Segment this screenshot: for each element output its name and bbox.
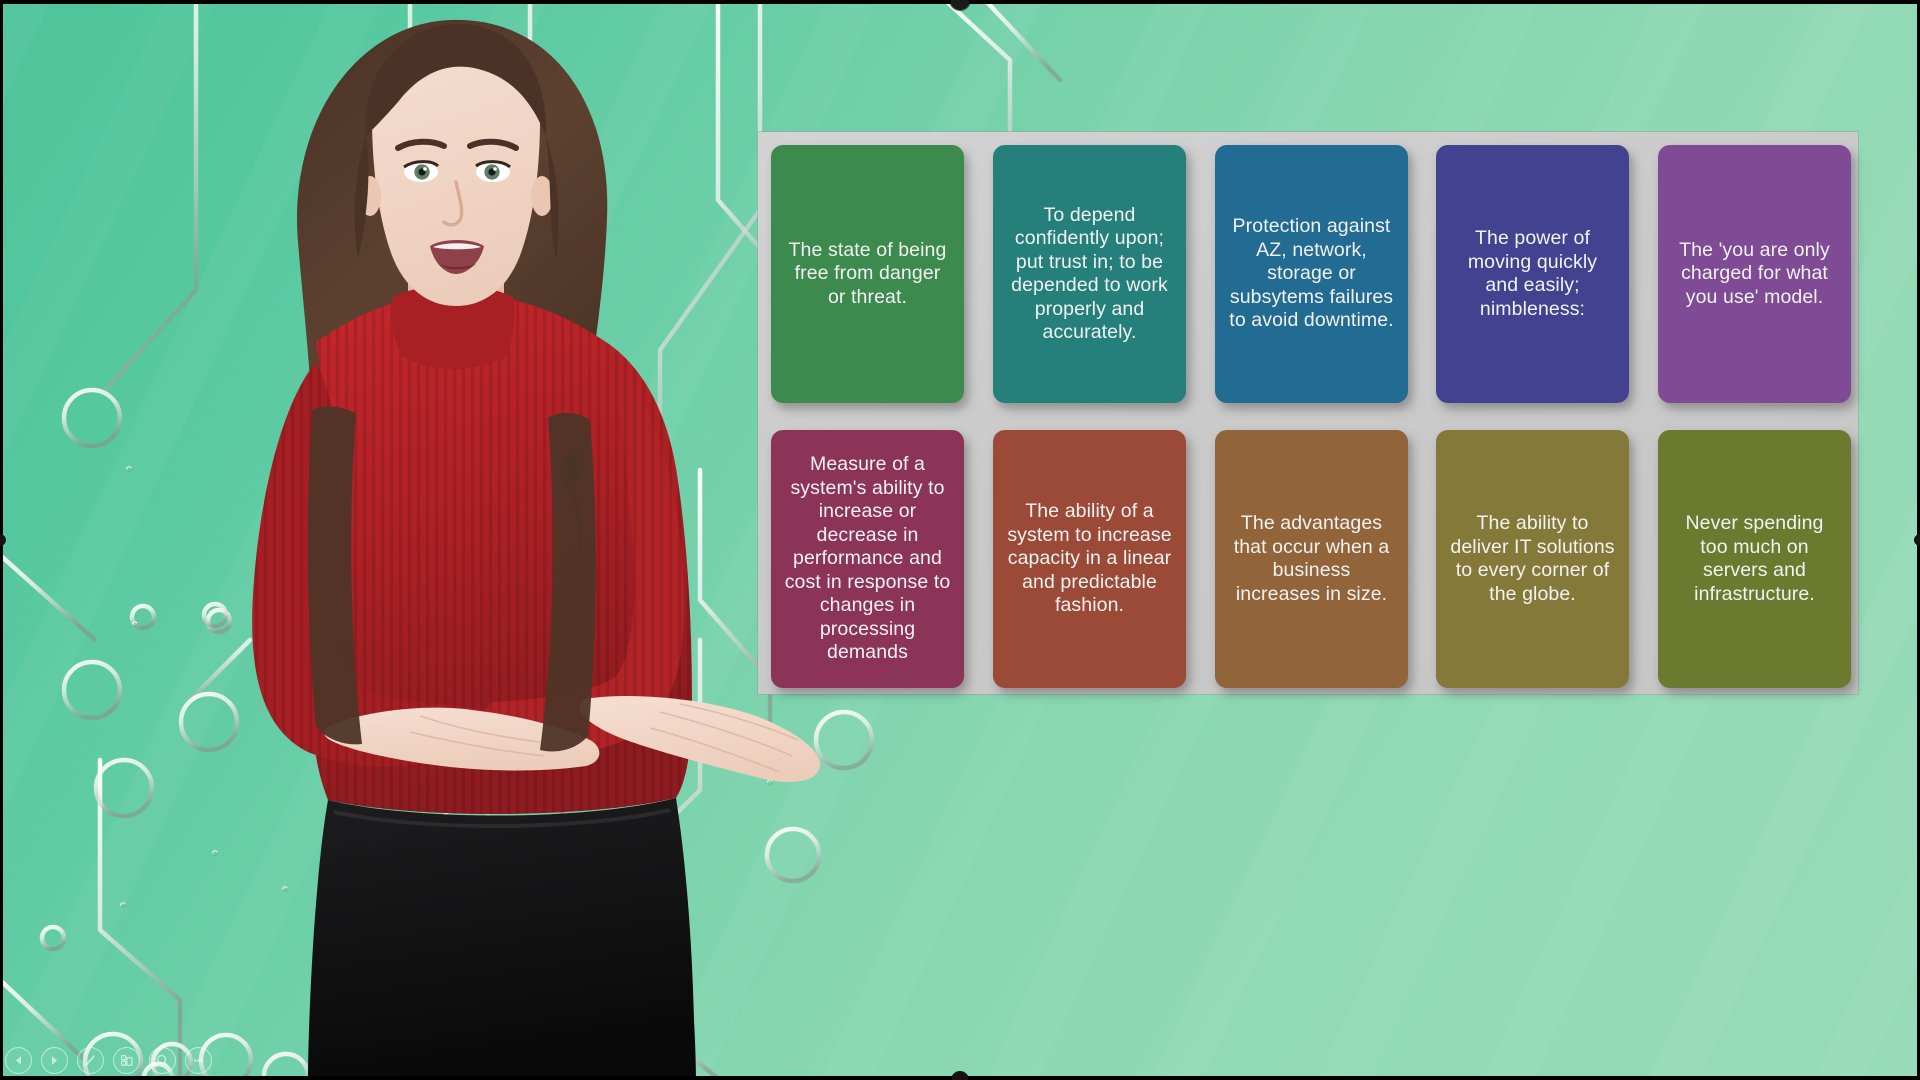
card-text: The ability of a system to increase capa… bbox=[1007, 500, 1172, 617]
definition-card-economies-of-scale[interactable]: The advantages that occur when a busines… bbox=[1215, 430, 1408, 688]
card-text: The advantages that occur when a busines… bbox=[1233, 512, 1390, 605]
definition-card-cost-savings[interactable]: Never spending too much on servers and i… bbox=[1658, 430, 1851, 688]
card-text: The power of moving quickly and easily; … bbox=[1467, 227, 1598, 320]
definition-card-security[interactable]: The state of being free from danger or t… bbox=[771, 145, 964, 403]
pen-icon bbox=[85, 1055, 95, 1066]
triangle-left-icon bbox=[16, 1056, 21, 1065]
draw-tool-button[interactable] bbox=[77, 1047, 104, 1074]
card-grid: The state of being free from danger or t… bbox=[758, 132, 1858, 694]
magnifier-icon bbox=[156, 1054, 169, 1066]
definition-card-pay-as-you-go[interactable]: The 'you are only charged for what you u… bbox=[1658, 145, 1851, 403]
layout-icon bbox=[120, 1054, 133, 1067]
definition-card-availability[interactable]: Protection against AZ, network, storage … bbox=[1215, 145, 1408, 403]
previous-slide-button[interactable] bbox=[5, 1047, 32, 1074]
definition-cards-panel: The state of being free from danger or t… bbox=[758, 132, 1858, 694]
card-text: Protection against AZ, network, storage … bbox=[1229, 215, 1394, 332]
definition-card-scalability[interactable]: The ability of a system to increase capa… bbox=[993, 430, 1186, 688]
playback-toolbar bbox=[5, 1047, 212, 1074]
next-slide-button[interactable] bbox=[41, 1047, 68, 1074]
definition-card-global-reach[interactable]: The ability to deliver IT solutions to e… bbox=[1436, 430, 1629, 688]
definition-card-reliability[interactable]: To depend confidently upon; put trust in… bbox=[993, 145, 1186, 403]
presentation-screen: The state of being free from danger or t… bbox=[0, 0, 1920, 1080]
triangle-right-icon bbox=[52, 1056, 57, 1065]
definition-card-agility[interactable]: The power of moving quickly and easily; … bbox=[1436, 145, 1629, 403]
ellipsis-icon bbox=[194, 1059, 203, 1062]
card-text: The 'you are only charged for what you u… bbox=[1679, 238, 1830, 308]
card-text: The state of being free from danger or t… bbox=[788, 238, 947, 308]
card-text: To depend confidently upon; put trust in… bbox=[1011, 203, 1168, 344]
definition-card-elasticity[interactable]: Measure of a system's ability to increas… bbox=[771, 430, 964, 688]
card-text: Measure of a system's ability to increas… bbox=[784, 453, 951, 664]
card-text: The ability to deliver IT solutions to e… bbox=[1450, 512, 1615, 605]
zoom-button[interactable] bbox=[149, 1047, 176, 1074]
layout-button[interactable] bbox=[113, 1047, 140, 1074]
card-text: Never spending too much on servers and i… bbox=[1685, 512, 1824, 605]
more-options-button[interactable] bbox=[185, 1047, 212, 1074]
